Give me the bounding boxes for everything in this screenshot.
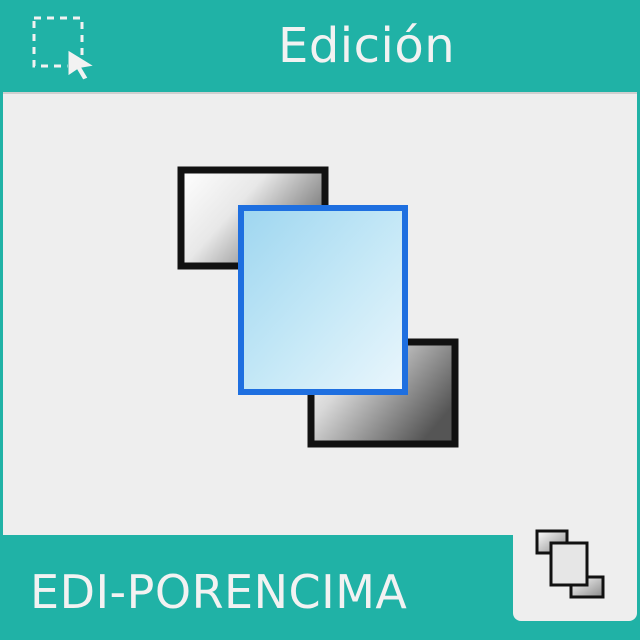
card-header: Edición: [0, 0, 640, 92]
tool-code-label: EDI-PORENCIMA: [30, 565, 408, 619]
corner-badge: [513, 515, 637, 621]
card-title: Edición: [278, 18, 456, 74]
bring-to-front-icon: [177, 166, 459, 448]
preview-panel: [3, 92, 637, 535]
bring-to-front-small-icon: [535, 529, 605, 599]
tool-card[interactable]: Edición EDI-PORENCIMA: [0, 0, 640, 640]
selection-cursor-icon: [32, 16, 96, 80]
